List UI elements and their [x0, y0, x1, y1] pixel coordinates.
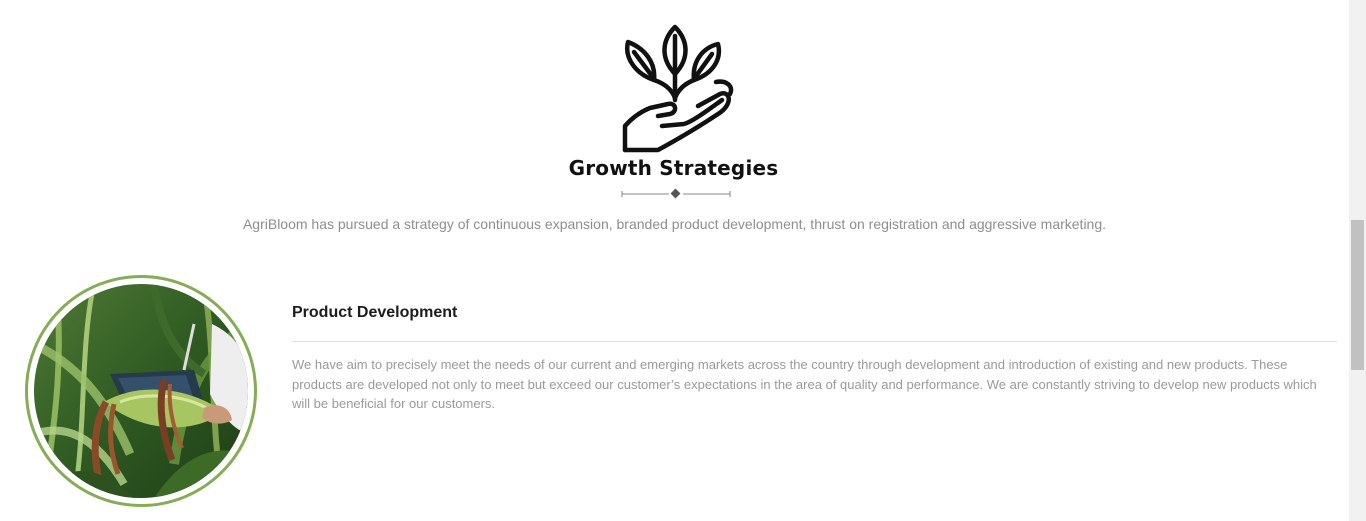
feature-image-frame	[25, 275, 257, 507]
section-title: Growth Strategies	[568, 156, 779, 180]
cornfield-inspection-photo	[34, 284, 248, 498]
scrollbar-thumb[interactable]	[1351, 220, 1364, 370]
feature-divider	[292, 341, 1337, 342]
page: Growth Strategies AgriBloom has pursued …	[0, 0, 1366, 521]
plant-in-hand-icon	[622, 24, 734, 153]
feature-description: We have aim to precisely meet the needs …	[292, 357, 1317, 411]
section-intro: AgriBloom has pursued a strategy of cont…	[242, 216, 1107, 232]
page-scrollbar[interactable]	[1349, 0, 1366, 521]
feature-heading: Product Development	[292, 304, 458, 321]
title-divider	[621, 188, 731, 199]
